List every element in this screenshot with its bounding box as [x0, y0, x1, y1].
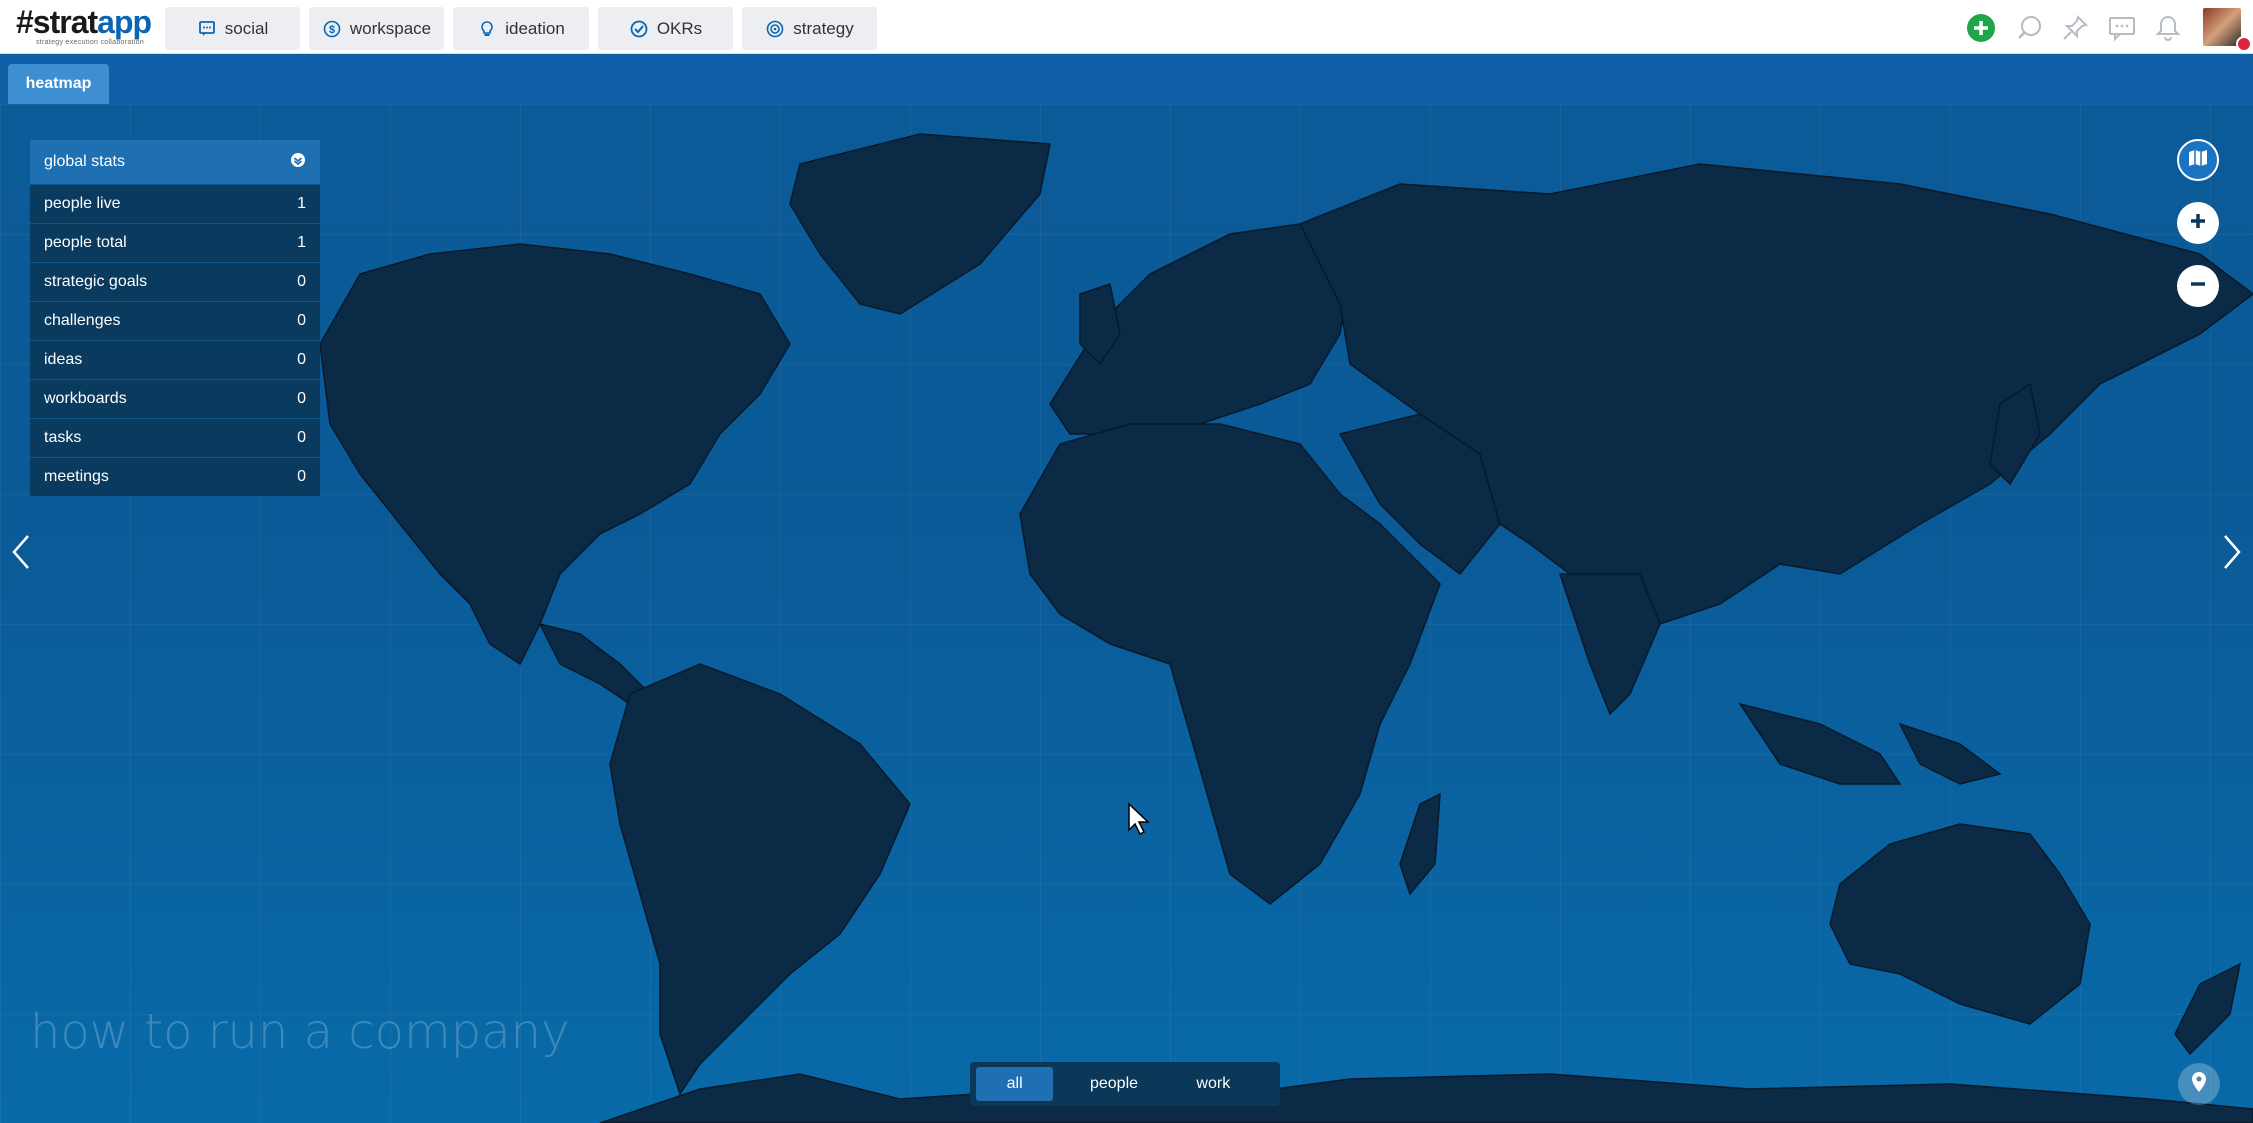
world-landmass: [319, 133, 2253, 1123]
app-logo[interactable]: #stratapp strategy execution collaborati…: [16, 6, 152, 46]
stats-row-workboards: workboards 0: [30, 379, 320, 418]
minus-icon: [2188, 274, 2208, 299]
bell-icon[interactable]: [2152, 12, 2184, 44]
tab-ideation-label: ideation: [505, 18, 565, 38]
add-icon[interactable]: [1965, 12, 1997, 44]
tab-okrs[interactable]: OKRs: [598, 7, 733, 50]
tab-strategy[interactable]: strategy: [742, 7, 877, 50]
map-icon: [2187, 147, 2209, 174]
global-stats-panel: global stats people live 1 people total 1 …: [30, 140, 320, 496]
stats-row-meetings: meetings 0: [30, 457, 320, 496]
watermark-text: how to run a company: [30, 1004, 570, 1060]
location-pin-icon: [2190, 1071, 2208, 1098]
tab-strategy-label: strategy: [793, 18, 854, 38]
plus-icon: [2188, 211, 2208, 236]
search-icon[interactable]: [2014, 12, 2046, 44]
tab-workspace-label: workspace: [349, 18, 432, 38]
filter-people-button[interactable]: people: [1075, 1067, 1152, 1101]
tab-ideation[interactable]: ideation: [453, 7, 589, 50]
filter-all-button[interactable]: all: [976, 1067, 1054, 1101]
location-button[interactable]: [2178, 1063, 2220, 1105]
zoom-out-button[interactable]: [2177, 265, 2219, 307]
map-layer-button[interactable]: [2177, 139, 2219, 181]
stats-title: global stats: [44, 153, 125, 170]
logo-tagline: strategy execution collaboration: [36, 39, 145, 46]
stats-row-tasks: tasks 0: [30, 418, 320, 457]
sub-nav: heatmap: [0, 54, 2253, 104]
lightbulb-icon: [477, 19, 497, 39]
stats-row-challenges: challenges 0: [30, 301, 320, 340]
svg-text:$: $: [329, 24, 335, 36]
chevron-right-icon[interactable]: [2217, 532, 2247, 572]
status-badge: [2236, 36, 2252, 52]
messages-icon[interactable]: [2106, 12, 2138, 44]
stats-row-people-live: people live 1: [30, 184, 320, 223]
stats-row-people-total: people total 1: [30, 223, 320, 262]
tab-social[interactable]: social: [165, 7, 300, 50]
filter-work-button[interactable]: work: [1175, 1067, 1252, 1101]
chat-icon: [197, 19, 217, 39]
tab-workspace[interactable]: $ workspace: [309, 7, 444, 50]
pin-icon[interactable]: [2059, 12, 2091, 44]
world-map[interactable]: how to run a company: [0, 104, 2253, 1123]
map-filter: all people work: [970, 1062, 1280, 1106]
tab-social-label: social: [224, 18, 269, 38]
tab-okrs-label: OKRs: [656, 18, 703, 38]
top-bar: #stratapp strategy execution collaborati…: [0, 0, 2253, 54]
tab-heatmap[interactable]: heatmap: [8, 64, 109, 104]
stats-row-strategic-goals: strategic goals 0: [30, 262, 320, 301]
collapse-icon[interactable]: [290, 152, 306, 173]
mouse-cursor: [1127, 802, 1151, 841]
target-icon: [765, 19, 785, 39]
chevron-left-icon[interactable]: [6, 532, 36, 572]
stats-row-ideas: ideas 0: [30, 340, 320, 379]
zoom-in-button[interactable]: [2177, 202, 2219, 244]
stats-header[interactable]: global stats: [30, 140, 320, 184]
avatar[interactable]: [2203, 8, 2241, 46]
check-circle-icon: [629, 19, 649, 39]
dollar-icon: $: [322, 19, 342, 39]
